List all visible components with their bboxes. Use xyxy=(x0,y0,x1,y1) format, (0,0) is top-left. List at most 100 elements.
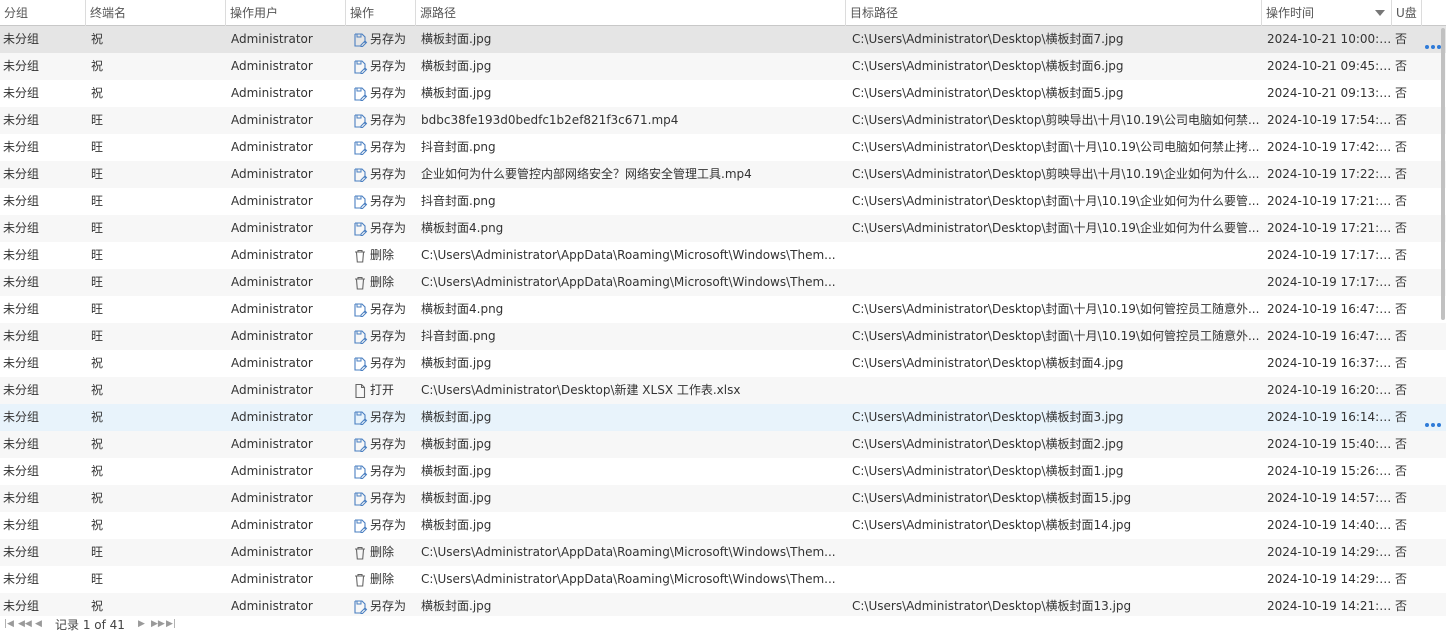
prev-page-icon[interactable]: ◀ xyxy=(35,617,42,631)
cell-time: 2024-10-19 14:29:29 xyxy=(1267,572,1392,586)
cell-time: 2024-10-19 16:37:58 xyxy=(1267,356,1392,370)
cell-terminal: 祝 xyxy=(91,437,104,451)
save-as-icon xyxy=(352,221,368,237)
file-icon xyxy=(352,383,368,399)
cell-source-path: 横板封面.jpg xyxy=(421,599,492,613)
prev-page-group-icon[interactable]: ◀◀ xyxy=(18,617,32,631)
cell-source-path: 横板封面.jpg xyxy=(421,437,492,451)
cell-target-path: C:\Users\Administrator\Desktop\横板封面3.jpg xyxy=(852,410,1124,424)
cell-time: 2024-10-19 17:21:54 xyxy=(1267,194,1392,208)
save-as-icon xyxy=(352,464,368,480)
table-row[interactable]: 未分组 旺 Administrator 横板封面4.png C:\Users\Admin… xyxy=(0,215,1446,242)
cell-usb: 否 xyxy=(1395,194,1408,208)
table-row[interactable]: 未分组 祝 Administrator 横板封面.jpg C:\Users\Admini… xyxy=(0,431,1446,458)
column-header-time[interactable]: 操作时间 xyxy=(1262,0,1392,26)
cell-target-path: C:\Users\Administrator\Desktop\横板封面4.jpg xyxy=(852,356,1124,370)
column-header-usb[interactable]: U盘 xyxy=(1392,0,1422,26)
cell-operation: 另存为 xyxy=(370,356,407,370)
column-header-group[interactable]: 分组 xyxy=(0,0,86,26)
cell-target-path xyxy=(846,539,1262,566)
table-row[interactable]: 未分组 旺 Administrator 抖音封面.png C:\Users\Admini… xyxy=(0,134,1446,161)
cell-source-path: 横板封面.jpg xyxy=(421,32,492,46)
table-row[interactable]: 未分组 祝 Administrator 横板封面.jpg C:\Users\Admini… xyxy=(0,53,1446,80)
table-row[interactable]: 未分组 祝 Administrator 横板封面.jpg C:\Users\Admini… xyxy=(0,80,1446,107)
cell-operation: 另存为 xyxy=(370,167,407,181)
next-page-icon[interactable]: ▶ xyxy=(138,617,145,631)
table-row[interactable]: 未分组 旺 Administrator C:\Users\Administrator\… xyxy=(0,539,1446,566)
table-row[interactable]: 未分组 旺 Administrator C:\Users\Administrator\… xyxy=(0,269,1446,296)
table-row[interactable]: 未分组 旺 Administrator 企业如何为什么要管控内部网络安全？网络安全管理… xyxy=(0,161,1446,188)
table-row[interactable]: 未分组 旺 Administrator C:\Users\Administrator\… xyxy=(0,242,1446,269)
table-row[interactable]: 未分组 祝 Administrator 横板封面.jpg C:\Users\Admini… xyxy=(0,593,1446,616)
cell-usb: 否 xyxy=(1395,410,1408,424)
cell-source-path: 横板封面.jpg xyxy=(421,518,492,532)
cell-group: 未分组 xyxy=(3,86,40,100)
cell-target-path: C:\Users\Administrator\Desktop\横板封面7.jpg xyxy=(852,32,1124,46)
cell-time: 2024-10-21 09:45:22 xyxy=(1267,59,1392,73)
column-header-operation[interactable]: 操作 xyxy=(346,0,416,26)
table-row[interactable]: 未分组 祝 Administrator 横板封面.jpg C:\Users\Admini… xyxy=(0,404,1446,431)
cell-terminal: 旺 xyxy=(91,545,104,559)
cell-operation: 另存为 xyxy=(370,59,407,73)
table-row[interactable]: 未分组 旺 Administrator 横板封面4.png C:\Users\Admin… xyxy=(0,296,1446,323)
cell-user: Administrator xyxy=(231,545,313,559)
cell-usb: 否 xyxy=(1395,599,1408,613)
cell-source-path: 横板封面.jpg xyxy=(421,86,492,100)
cell-usb: 否 xyxy=(1395,275,1408,289)
cell-user: Administrator xyxy=(231,572,313,586)
cell-user: Administrator xyxy=(231,383,313,397)
cell-usb: 否 xyxy=(1395,248,1408,262)
cell-operation: 另存为 xyxy=(370,491,407,505)
column-header-target-path[interactable]: 目标路径 xyxy=(846,0,1262,26)
table-row[interactable]: 未分组 祝 Administrator 横板封面.jpg C:\Users\Admini… xyxy=(0,350,1446,377)
cell-group: 未分组 xyxy=(3,194,40,208)
cell-usb: 否 xyxy=(1395,491,1408,505)
cell-group: 未分组 xyxy=(3,32,40,46)
more-options-icon[interactable] xyxy=(1425,416,1445,427)
save-as-icon xyxy=(352,32,368,48)
cell-usb: 否 xyxy=(1395,140,1408,154)
cell-target-path xyxy=(846,242,1262,269)
cell-usb: 否 xyxy=(1395,86,1408,100)
cell-source-path: 横板封面.jpg xyxy=(421,356,492,370)
cell-terminal: 祝 xyxy=(91,383,104,397)
table-row[interactable]: 未分组 祝 Administrator 横板封面.jpg C:\Users\Admini… xyxy=(0,458,1446,485)
table-row[interactable]: 未分组 旺 Administrator C:\Users\Administrator\… xyxy=(0,566,1446,593)
cell-target-path: C:\Users\Administrator\Desktop\封面\十月\10.… xyxy=(852,302,1260,316)
cell-operation: 另存为 xyxy=(370,599,407,613)
cell-user: Administrator xyxy=(231,329,313,343)
table-row[interactable]: 未分组 旺 Administrator bdbc38fe193d0bedfc1b2ef… xyxy=(0,107,1446,134)
cell-source-path: C:\Users\Administrator\AppData\Roaming\M… xyxy=(421,572,836,586)
table-row[interactable]: 未分组 祝 Administrator 横板封面.jpg C:\Users\Admini… xyxy=(0,485,1446,512)
cell-operation: 另存为 xyxy=(370,302,407,316)
cell-source-path: 横板封面4.png xyxy=(421,302,504,316)
cell-operation: 另存为 xyxy=(370,464,407,478)
table-row[interactable]: 未分组 旺 Administrator 抖音封面.png C:\Users\Admini… xyxy=(0,188,1446,215)
table-row[interactable]: 未分组 祝 Administrator 横板封面.jpg C:\Users\Admini… xyxy=(0,512,1446,539)
column-header-source-path[interactable]: 源路径 xyxy=(416,0,846,26)
column-header-terminal[interactable]: 终端名 xyxy=(86,0,226,26)
first-page-icon[interactable]: |◀ xyxy=(4,617,14,631)
cell-operation: 另存为 xyxy=(370,518,407,532)
cell-target-path: C:\Users\Administrator\Desktop\横板封面6.jpg xyxy=(852,59,1124,73)
table-row[interactable]: 未分组 祝 Administrator 横板封面.jpg C:\Users\Admini… xyxy=(0,26,1446,53)
column-header-user[interactable]: 操作用户 xyxy=(226,0,346,26)
vertical-scrollbar[interactable] xyxy=(1441,28,1445,320)
column-header-time-label: 操作时间 xyxy=(1266,6,1315,20)
cell-source-path: C:\Users\Administrator\AppData\Roaming\M… xyxy=(421,275,836,289)
cell-group: 未分组 xyxy=(3,545,40,559)
cell-target-path: C:\Users\Administrator\Desktop\横板封面15.jp… xyxy=(852,491,1132,505)
table-row[interactable]: 未分组 旺 Administrator 抖音封面.png C:\Users\Admini… xyxy=(0,323,1446,350)
cell-target-path: C:\Users\Administrator\Desktop\剪映导出\十月\1… xyxy=(852,113,1260,127)
next-page-group-icon[interactable]: ▶▶ xyxy=(151,617,165,631)
cell-user: Administrator xyxy=(231,518,313,532)
cell-usb: 否 xyxy=(1395,329,1408,343)
last-page-icon[interactable]: ▶| xyxy=(166,617,176,631)
cell-usb: 否 xyxy=(1395,545,1408,559)
cell-source-path: C:\Users\Administrator\Desktop\新建 XLSX 工… xyxy=(421,383,741,397)
table-row[interactable]: 未分组 祝 Administrator C:\Users\Administrator\… xyxy=(0,377,1446,404)
cell-time: 2024-10-19 14:40:14 xyxy=(1267,518,1392,532)
cell-usb: 否 xyxy=(1395,302,1408,316)
record-counter: 记录 1 of 41 xyxy=(55,618,125,632)
cell-usb: 否 xyxy=(1395,518,1408,532)
